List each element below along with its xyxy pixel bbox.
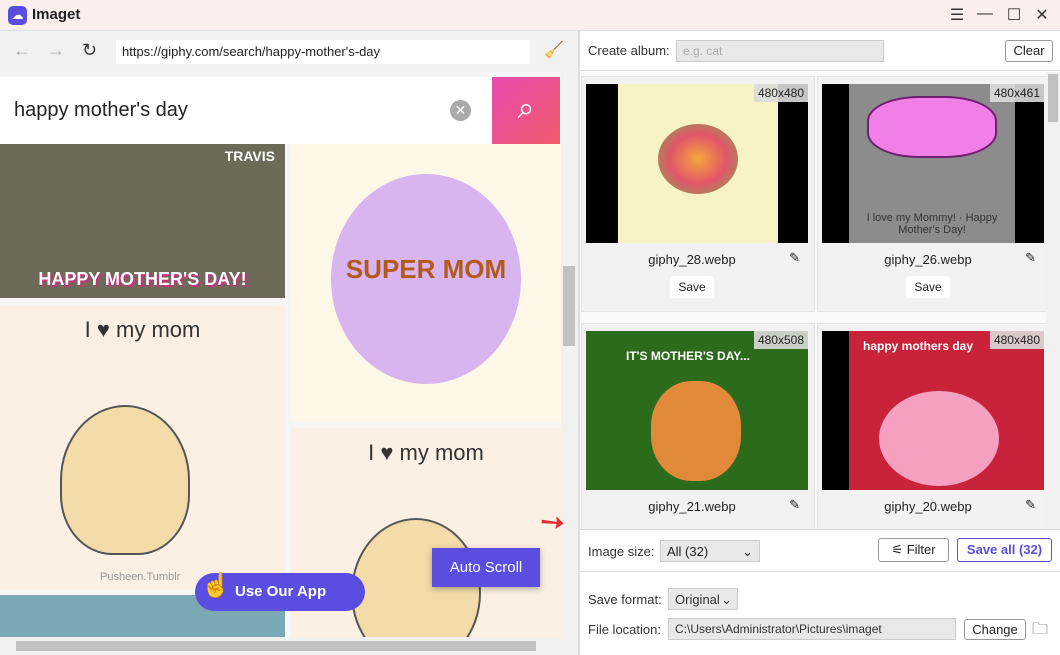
- save-button[interactable]: Save: [906, 276, 950, 298]
- album-input[interactable]: e.g. cat: [676, 40, 884, 62]
- edit-pencil-icon[interactable]: ✎: [1025, 250, 1036, 266]
- image-size-select[interactable]: All (32) ⌄: [660, 540, 760, 562]
- url-input[interactable]: https://giphy.com/search/happy-mother's-…: [116, 40, 530, 64]
- file-name: giphy_28.webp: [648, 252, 736, 267]
- save-format-select[interactable]: Original ⌄: [668, 588, 738, 610]
- folder-icon[interactable]: 🗀: [1032, 618, 1048, 645]
- divider: [580, 571, 1060, 572]
- sliders-icon: ⚟: [891, 542, 907, 557]
- back-icon[interactable]: ←: [13, 40, 31, 61]
- clear-cache-brush-icon[interactable]: 🧹: [544, 40, 564, 60]
- reload-icon[interactable]: ↻: [82, 40, 97, 61]
- save-all-button[interactable]: Save all (32): [957, 538, 1052, 562]
- file-location-label: File location:: [588, 622, 661, 637]
- clear-button[interactable]: Clear: [1005, 40, 1053, 62]
- album-bar: Create album: e.g. cat Clear: [580, 31, 1060, 71]
- maximize-icon[interactable]: ☐: [1004, 5, 1024, 25]
- image-dimensions: 480x480: [753, 84, 808, 102]
- save-format-value: Original: [675, 592, 720, 607]
- save-button[interactable]: Save: [670, 276, 714, 298]
- tile-text: I ♥ my mom: [84, 317, 201, 342]
- chevron-down-icon: ⌄: [742, 544, 753, 559]
- use-our-app-button[interactable]: ☝ Use Our App: [195, 572, 365, 611]
- hand-icon: ☝: [201, 572, 231, 599]
- image-grid: 480x480 giphy_28.webp ✎ Save I love my M…: [580, 72, 1046, 529]
- vertical-scrollbar[interactable]: [561, 72, 578, 637]
- filter-label: Filter: [906, 542, 936, 557]
- image-thumbnail[interactable]: happy mothers day 480x480: [822, 331, 1044, 490]
- image-thumbnail[interactable]: I love my Mommy! · Happy Mother's Day! 48…: [822, 84, 1044, 243]
- tile-text: HAPPY MOTHER'S DAY!: [38, 269, 247, 289]
- tile-text: I ♥ my mom: [368, 440, 484, 465]
- search-button[interactable]: ⌕: [492, 77, 560, 144]
- use-app-label: Use Our App: [235, 583, 327, 600]
- image-caption: IT'S MOTHER'S DAY...: [626, 349, 750, 363]
- image-card: happy mothers day 480x480 giphy_20.webp ✎: [817, 323, 1046, 529]
- image-size-label: Image size:: [588, 544, 655, 559]
- app-logo-icon: ☁: [8, 6, 27, 25]
- gif-tile[interactable]: TRAVIS HAPPY MOTHER'S DAY!: [0, 144, 285, 298]
- change-button[interactable]: Change: [964, 619, 1026, 640]
- clear-search-icon[interactable]: ✕: [450, 100, 471, 121]
- image-size-value: All (32): [667, 544, 709, 559]
- tile-text: Pusheen.Tumblr: [100, 571, 181, 583]
- search-input[interactable]: happy mother's day: [14, 99, 188, 122]
- image-dimensions: 480x461: [989, 84, 1044, 102]
- search-icon: ⌕: [517, 92, 535, 125]
- image-caption: happy mothers day: [863, 339, 974, 353]
- forward-icon[interactable]: →: [47, 40, 65, 61]
- filter-button[interactable]: ⚟ Filter: [878, 538, 949, 562]
- gif-tile[interactable]: SUPER MOM: [291, 144, 561, 422]
- image-card: 480x480 giphy_28.webp ✎ Save: [581, 76, 815, 312]
- scrollbar-thumb[interactable]: [563, 266, 575, 346]
- image-dimensions: 480x508: [753, 331, 808, 349]
- grid-scrollbar[interactable]: [1046, 72, 1060, 529]
- image-caption: I love my Mommy! · Happy Mother's Day!: [866, 212, 998, 236]
- scrollbar-thumb[interactable]: [1048, 74, 1058, 122]
- file-location-field[interactable]: C:\Users\Administrator\Pictures\imaget: [668, 618, 956, 640]
- gif-tile[interactable]: I ♥ my mom Pusheen.Tumblr: [0, 305, 285, 589]
- image-thumbnail[interactable]: 480x480: [586, 84, 808, 243]
- minimize-icon[interactable]: —: [975, 5, 995, 23]
- bottom-panel: Image size: All (32) ⌄ ⚟ Filter Save all …: [580, 529, 1060, 655]
- file-name: giphy_20.webp: [884, 499, 972, 514]
- image-card: IT'S MOTHER'S DAY... 480x508 giphy_21.web…: [581, 323, 815, 529]
- file-name: giphy_26.webp: [884, 252, 972, 267]
- edit-pencil-icon[interactable]: ✎: [789, 250, 800, 266]
- create-album-label: Create album:: [588, 43, 670, 58]
- title-bar: [0, 0, 1060, 31]
- close-icon[interactable]: ✕: [1032, 5, 1052, 25]
- edit-pencil-icon[interactable]: ✎: [1025, 497, 1036, 513]
- save-format-label: Save format:: [588, 592, 662, 607]
- chevron-down-icon: ⌄: [721, 592, 732, 607]
- tile-text: SUPER MOM: [345, 254, 507, 284]
- image-thumbnail[interactable]: IT'S MOTHER'S DAY... 480x508: [586, 331, 808, 490]
- search-bar: happy mother's day ✕ ⌕: [0, 77, 560, 144]
- app-title: Imaget: [32, 6, 81, 23]
- image-card: I love my Mommy! · Happy Mother's Day! 48…: [817, 76, 1046, 312]
- tile-text: TRAVIS: [224, 148, 275, 164]
- scrollbar-thumb[interactable]: [16, 641, 536, 651]
- edit-pencil-icon[interactable]: ✎: [789, 497, 800, 513]
- menu-icon[interactable]: ☰: [947, 5, 967, 25]
- auto-scroll-button[interactable]: Auto Scroll: [432, 548, 540, 587]
- file-name: giphy_21.webp: [648, 499, 736, 514]
- image-dimensions: 480x480: [989, 331, 1044, 349]
